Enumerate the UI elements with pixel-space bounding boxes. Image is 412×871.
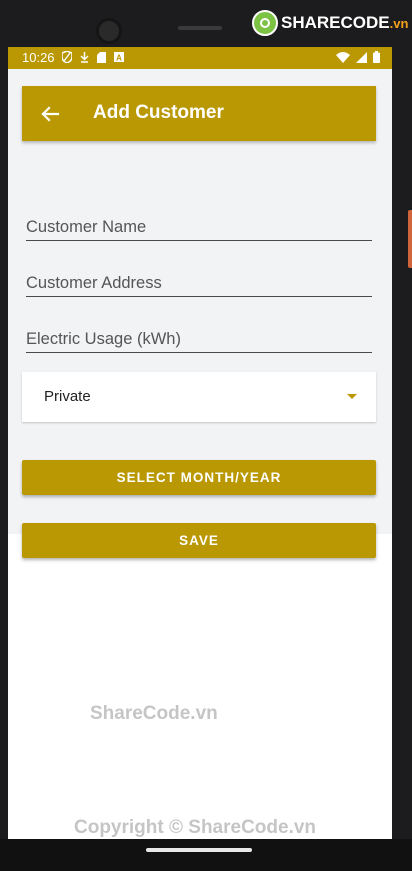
wifi-icon: [336, 51, 350, 63]
logo-suffix: .vn: [389, 16, 409, 31]
sd-card-icon: [97, 51, 106, 63]
watermark-center: ShareCode.vn: [90, 703, 218, 724]
device-frame: SHARECODE.vn 10:26 A Add Customer Custom…: [0, 0, 412, 871]
phone-screen: 10:26 A Add Customer Customer Name Custo…: [8, 47, 392, 839]
customer-name-input[interactable]: [26, 214, 372, 240]
front-camera: [96, 18, 122, 44]
customer-type-dropdown[interactable]: Private: [22, 372, 376, 422]
svg-text:A: A: [116, 54, 122, 63]
save-button[interactable]: SAVE: [22, 523, 376, 558]
status-bar: 10:26 A: [8, 47, 392, 69]
select-month-year-button[interactable]: SELECT MONTH/YEAR: [22, 460, 376, 495]
watermark-copyright: Copyright © ShareCode.vn: [74, 817, 317, 838]
bottom-bezel: [0, 839, 412, 871]
home-gesture-bar[interactable]: [146, 848, 252, 852]
dropdown-selected-value: Private: [44, 388, 91, 405]
form-container: Add Customer Private SELECT MONTH/YEAR S…: [8, 69, 392, 558]
download-icon: [80, 51, 89, 63]
logo-text: SHARECODE: [281, 13, 390, 32]
earpiece-speaker: [178, 26, 222, 30]
status-time: 10:26: [22, 50, 55, 65]
dropdown-arrow-icon: [347, 394, 357, 399]
signal-icon: [356, 51, 367, 63]
customer-name-field: [26, 214, 372, 241]
app-bar: Add Customer: [22, 86, 376, 141]
shield-icon: [62, 51, 72, 63]
side-button: [408, 210, 412, 268]
electric-usage-field: [26, 326, 372, 353]
a-icon: A: [114, 52, 124, 62]
customer-address-input[interactable]: [26, 270, 372, 296]
sharecode-logo-icon: [252, 10, 278, 36]
page-title: Add Customer: [93, 102, 224, 123]
electric-usage-input[interactable]: [26, 326, 372, 352]
arrow-left-icon[interactable]: [40, 104, 60, 124]
battery-icon: [373, 51, 380, 63]
sharecode-logo: SHARECODE.vn: [252, 10, 408, 36]
customer-address-field: [26, 270, 372, 297]
